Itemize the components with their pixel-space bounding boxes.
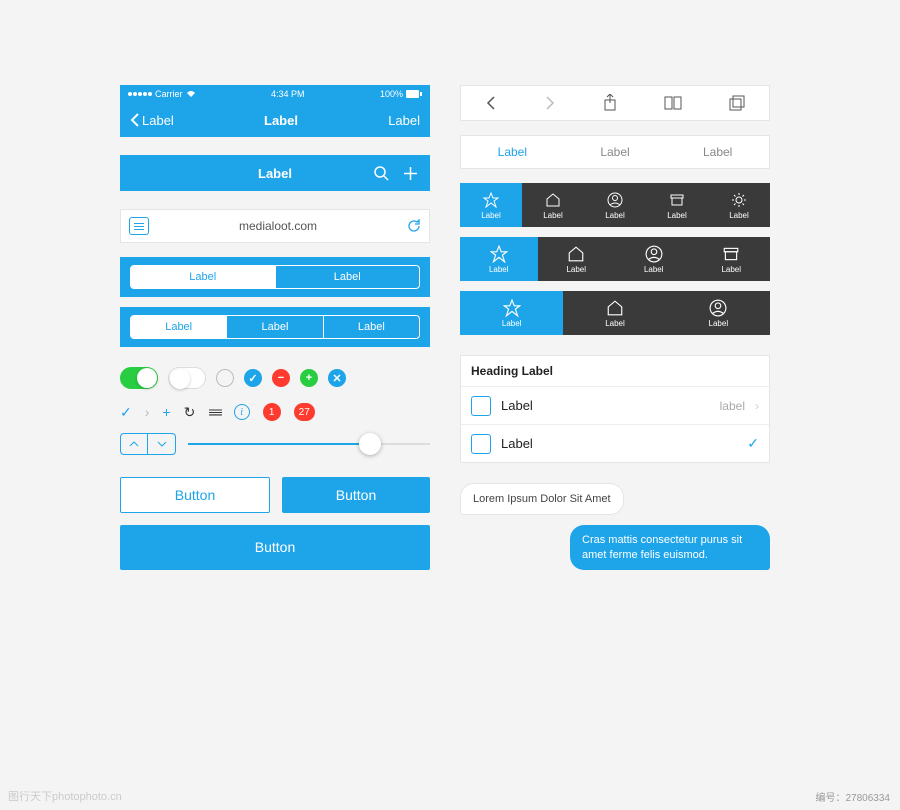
tabbar-4: Label Label Label Label xyxy=(460,237,770,281)
time-label: 4:34 PM xyxy=(271,89,305,99)
seg-item[interactable]: Label xyxy=(131,316,226,338)
list-label: Label xyxy=(501,436,737,451)
stepper xyxy=(120,433,176,455)
share-icon[interactable] xyxy=(603,94,617,112)
chevron-right-icon[interactable]: › xyxy=(145,404,150,420)
button-fill[interactable]: Button xyxy=(282,477,430,513)
nav-bar: Label Label Label xyxy=(120,103,430,137)
slider-thumb[interactable] xyxy=(359,433,381,455)
tab-user[interactable]: Label xyxy=(667,291,770,335)
white-tabs: Label Label Label xyxy=(460,135,770,169)
status-bar: Carrier 4:34 PM 100% xyxy=(120,85,430,103)
tab-star[interactable]: Label xyxy=(460,291,563,335)
badge-27: 27 xyxy=(294,403,315,421)
seg-item[interactable]: Label xyxy=(275,266,420,288)
checkbox-icon[interactable] xyxy=(471,396,491,416)
tabs-icon[interactable] xyxy=(729,95,745,111)
nav-back-button[interactable]: Label xyxy=(130,112,174,128)
tab-home[interactable]: Label xyxy=(538,237,616,281)
stepper-slider-row xyxy=(120,433,430,455)
radio-empty[interactable] xyxy=(216,369,234,387)
list-row[interactable]: Label ✓ xyxy=(461,424,769,462)
back-icon[interactable] xyxy=(485,95,497,111)
white-tab[interactable]: Label xyxy=(666,136,769,168)
nav-title: Label xyxy=(264,113,298,128)
url-bar: medialoot.com xyxy=(120,209,430,243)
white-tab[interactable]: Label xyxy=(461,136,564,168)
segmented-3: Label Label Label xyxy=(120,307,430,347)
toggle-off[interactable] xyxy=(168,367,206,389)
button-wide[interactable]: Button xyxy=(120,525,430,570)
list-label: Label xyxy=(501,398,710,413)
info-icon[interactable]: i xyxy=(234,404,250,420)
plus-small-icon[interactable]: + xyxy=(162,404,170,420)
forward-icon[interactable] xyxy=(544,95,556,111)
list-detail: label xyxy=(720,399,745,413)
white-tab[interactable]: Label xyxy=(564,136,667,168)
browser-toolbar xyxy=(460,85,770,121)
list-row[interactable]: Label label › xyxy=(461,386,769,424)
toolbar: Label xyxy=(120,155,430,191)
search-icon[interactable] xyxy=(374,166,389,181)
tab-star[interactable]: Label xyxy=(460,183,522,227)
seg-item[interactable]: Label xyxy=(226,316,322,338)
chat-bubble-in: Lorem Ipsum Dolor Sit Amet xyxy=(460,483,624,515)
misc-icon-row: ✓ › + ↻ ≡≡ i 1 27 xyxy=(120,403,430,421)
url-field[interactable]: medialoot.com xyxy=(157,219,399,233)
tab-user[interactable]: Label xyxy=(615,237,693,281)
tab-star[interactable]: Label xyxy=(460,237,538,281)
reader-icon[interactable] xyxy=(129,217,149,235)
checkmark-icon: ✓ xyxy=(747,435,759,452)
battery-icon xyxy=(406,90,422,98)
minus-circle-icon[interactable]: − xyxy=(272,369,290,387)
reload-icon[interactable] xyxy=(407,219,421,233)
toggle-on[interactable] xyxy=(120,367,158,389)
badge-1: 1 xyxy=(263,403,281,421)
step-down[interactable] xyxy=(148,433,176,455)
seg-item[interactable]: Label xyxy=(323,316,419,338)
step-up[interactable] xyxy=(120,433,148,455)
wifi-icon xyxy=(186,90,196,98)
list-section: Heading Label Label label › Label ✓ xyxy=(460,355,770,463)
carrier-label: Carrier xyxy=(155,89,183,99)
plus-circle-icon[interactable]: + xyxy=(300,369,318,387)
plus-icon[interactable] xyxy=(403,166,418,181)
checkbox-icon[interactable] xyxy=(471,434,491,454)
tab-archive[interactable]: Label xyxy=(693,237,771,281)
bookmarks-icon[interactable] xyxy=(664,96,682,110)
nav-right-button[interactable]: Label xyxy=(388,113,420,128)
seg-item[interactable]: Label xyxy=(131,266,275,288)
tab-home[interactable]: Label xyxy=(563,291,666,335)
chevron-left-icon xyxy=(130,112,140,128)
signal-dots-icon xyxy=(128,92,152,96)
toolbar-title: Label xyxy=(258,166,292,181)
slider[interactable] xyxy=(188,434,430,454)
tab-archive[interactable]: Label xyxy=(646,183,708,227)
menu-lines-icon[interactable]: ≡≡ xyxy=(208,404,220,420)
battery-label: 100% xyxy=(380,89,403,99)
chevron-right-icon: › xyxy=(755,399,759,413)
chat-bubble-out: Cras mattis consectetur purus sit amet f… xyxy=(570,525,770,570)
segmented-2: Label Label xyxy=(120,257,430,297)
tab-gear[interactable]: Label xyxy=(708,183,770,227)
toggle-row: ✓ − + ✕ xyxy=(120,367,430,389)
x-circle-icon[interactable]: ✕ xyxy=(328,369,346,387)
check-icon[interactable]: ✓ xyxy=(120,404,132,421)
button-row: Button Button xyxy=(120,477,430,513)
list-heading: Heading Label xyxy=(461,356,769,386)
refresh-small-icon[interactable]: ↻ xyxy=(184,404,196,421)
status-nav-block: Carrier 4:34 PM 100% Label Label Label xyxy=(120,85,430,137)
check-circle-icon[interactable]: ✓ xyxy=(244,369,262,387)
image-id: 编号：27806334 xyxy=(816,789,891,804)
tabbar-5: Label Label Label Label Label xyxy=(460,183,770,227)
watermark: 图行天下photophoto.cn xyxy=(8,788,122,804)
tabbar-3: Label Label Label xyxy=(460,291,770,335)
tab-home[interactable]: Label xyxy=(522,183,584,227)
button-outline[interactable]: Button xyxy=(120,477,270,513)
tab-user[interactable]: Label xyxy=(584,183,646,227)
